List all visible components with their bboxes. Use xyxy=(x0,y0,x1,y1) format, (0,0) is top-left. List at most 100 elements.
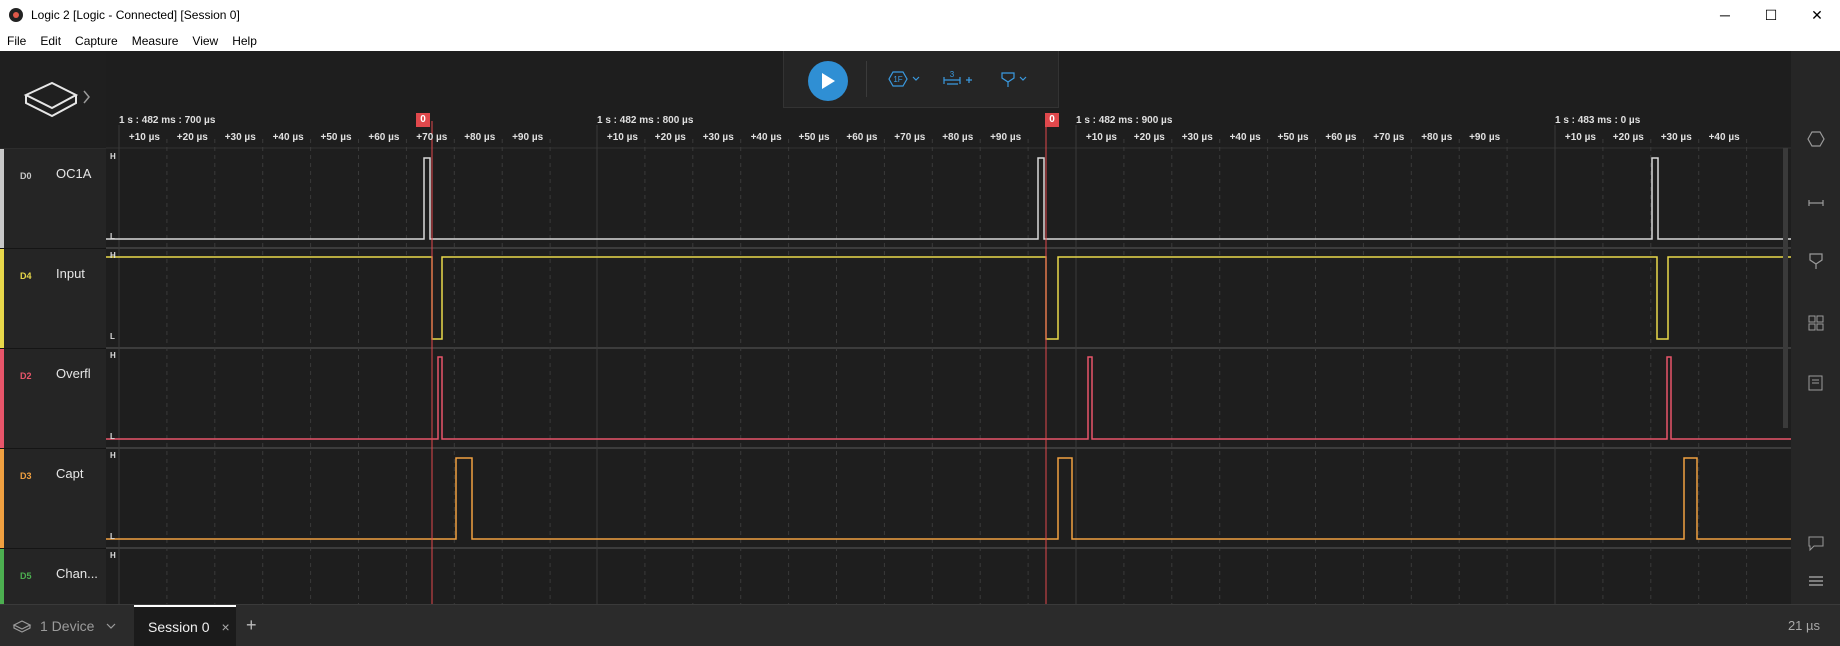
channel-name[interactable]: Input xyxy=(56,266,85,281)
time-label-minor: +70 µs xyxy=(1373,132,1405,143)
time-label-minor: +90 µs xyxy=(512,132,544,143)
add-session-button[interactable]: + xyxy=(246,615,257,636)
extensions-panel-icon[interactable] xyxy=(1806,313,1826,333)
window-title: Logic 2 [Logic - Connected] [Session 0] xyxy=(31,8,240,22)
trigger-icon: 1F xyxy=(888,71,920,87)
time-label-minor: +30 µs xyxy=(1660,132,1692,143)
high-label: H xyxy=(110,551,116,560)
session-bar: 1 Device Session 0 × + 21 µs xyxy=(0,604,1840,646)
maximize-button[interactable]: ☐ xyxy=(1748,0,1794,30)
channel-row-d5[interactable]: D5 Chan... xyxy=(0,549,106,605)
channel-row-d2[interactable]: D2 Overfl xyxy=(0,349,106,449)
time-label-minor: +80 µs xyxy=(464,132,496,143)
time-label-minor: +20 µs xyxy=(1133,132,1165,143)
time-label-minor: +40 µs xyxy=(750,132,782,143)
device-icon xyxy=(12,619,32,633)
channel-name[interactable]: Chan... xyxy=(56,566,98,581)
svg-text:3: 3 xyxy=(950,70,955,79)
tab-session-0[interactable]: Session 0 × xyxy=(134,605,236,646)
capture-toolbar: 1F 3 xyxy=(783,51,1059,108)
time-label-minor: +10 µs xyxy=(1085,132,1117,143)
time-label-major: 1 s : 482 ms : 700 µs xyxy=(119,115,216,126)
channel-row-d3[interactable]: D3 Capt xyxy=(0,449,106,549)
measure-icon: 3 xyxy=(943,70,972,85)
start-capture-button[interactable] xyxy=(808,61,848,101)
time-label-minor: +20 µs xyxy=(1612,132,1644,143)
time-label-minor: +50 µs xyxy=(1277,132,1309,143)
time-label-minor: +60 µs xyxy=(1325,132,1357,143)
expand-chevron-icon xyxy=(83,90,90,104)
time-label-minor: +20 µs xyxy=(654,132,686,143)
marker-flag[interactable]: 0 xyxy=(1045,113,1059,127)
channel-panel: D0 OC1A D4 Input D2 Overfl D3 Capt D5 Ch… xyxy=(0,51,106,605)
time-label-minor: +40 µs xyxy=(1708,132,1740,143)
device-logo-area[interactable] xyxy=(0,51,106,149)
marker-flag[interactable]: 0 xyxy=(416,113,430,127)
time-label-minor: +30 µs xyxy=(224,132,256,143)
time-label-minor: +60 µs xyxy=(846,132,878,143)
low-label: L xyxy=(110,232,115,241)
trigger-button[interactable]: 1F xyxy=(886,70,922,88)
time-label-minor: +80 µs xyxy=(942,132,974,143)
close-tab-icon[interactable]: × xyxy=(221,619,229,635)
title-bar: Logic 2 [Logic - Connected] [Session 0] … xyxy=(0,0,1840,30)
minimize-button[interactable]: ─ xyxy=(1702,0,1748,30)
close-button[interactable]: ✕ xyxy=(1794,0,1840,30)
time-label-minor: +10 µs xyxy=(1564,132,1596,143)
marker-icon xyxy=(1001,72,1027,87)
menu-file[interactable]: File xyxy=(0,34,33,48)
channel-color-bar xyxy=(0,349,4,448)
low-label: L xyxy=(110,532,115,541)
channel-number: D5 xyxy=(20,571,32,581)
measure-button[interactable]: 3 xyxy=(942,70,976,88)
time-label-minor: +90 µs xyxy=(1469,132,1501,143)
menu-bar: File Edit Capture Measure View Help xyxy=(0,30,1840,52)
menu-capture[interactable]: Capture xyxy=(68,34,125,48)
channel-number: D3 xyxy=(20,471,32,481)
time-label-minor: +70 µs xyxy=(894,132,926,143)
high-label: H xyxy=(110,351,116,360)
channel-number: D4 xyxy=(20,271,32,281)
marker-dropdown-button[interactable] xyxy=(998,70,1032,88)
channel-color-bar xyxy=(0,149,4,248)
toolbar-separator xyxy=(866,61,867,97)
time-label-minor: +50 µs xyxy=(320,132,352,143)
time-label-minor: +50 µs xyxy=(798,132,830,143)
high-label: H xyxy=(110,251,116,260)
saleae-device-icon xyxy=(23,81,90,118)
menu-help[interactable]: Help xyxy=(225,34,264,48)
menu-measure[interactable]: Measure xyxy=(125,34,186,48)
device-count-label: 1 Device xyxy=(40,617,95,634)
channel-row-d0[interactable]: D0 OC1A xyxy=(0,149,106,249)
chat-feedback-icon[interactable] xyxy=(1806,533,1826,553)
time-label-minor: +80 µs xyxy=(1421,132,1453,143)
channel-name[interactable]: OC1A xyxy=(56,166,91,181)
trigger-panel-icon[interactable] xyxy=(1806,129,1826,149)
channel-color-bar xyxy=(0,249,4,348)
window-controls: ─ ☐ ✕ xyxy=(1702,0,1840,30)
measurements-panel-icon[interactable] xyxy=(1806,191,1826,211)
menu-hamburger-icon[interactable] xyxy=(1806,571,1826,591)
channel-name[interactable]: Capt xyxy=(56,466,83,481)
menu-view[interactable]: View xyxy=(185,34,225,48)
time-label-minor: +60 µs xyxy=(368,132,400,143)
channel-name[interactable]: Overfl xyxy=(56,366,91,381)
channel-row-d4[interactable]: D4 Input xyxy=(0,249,106,349)
play-icon xyxy=(822,73,835,89)
time-label-minor: +30 µs xyxy=(1181,132,1213,143)
time-label-minor: +40 µs xyxy=(1229,132,1261,143)
time-label-minor: +40 µs xyxy=(272,132,304,143)
channel-number: D2 xyxy=(20,371,32,381)
low-label: L xyxy=(110,332,115,341)
time-label-minor: +10 µs xyxy=(606,132,638,143)
channel-number: D0 xyxy=(20,171,32,181)
device-selector-button[interactable]: 1 Device xyxy=(0,605,125,646)
notes-panel-icon[interactable] xyxy=(1806,373,1826,393)
svg-text:1F: 1F xyxy=(893,75,902,84)
level-labels: H L H L H L H L H xyxy=(110,51,122,604)
right-sidebar xyxy=(1791,51,1840,604)
timing-markers-panel-icon[interactable] xyxy=(1806,251,1826,271)
menu-edit[interactable]: Edit xyxy=(33,34,68,48)
zoom-level: 21 µs xyxy=(1787,618,1820,633)
time-label-minor: +30 µs xyxy=(702,132,734,143)
